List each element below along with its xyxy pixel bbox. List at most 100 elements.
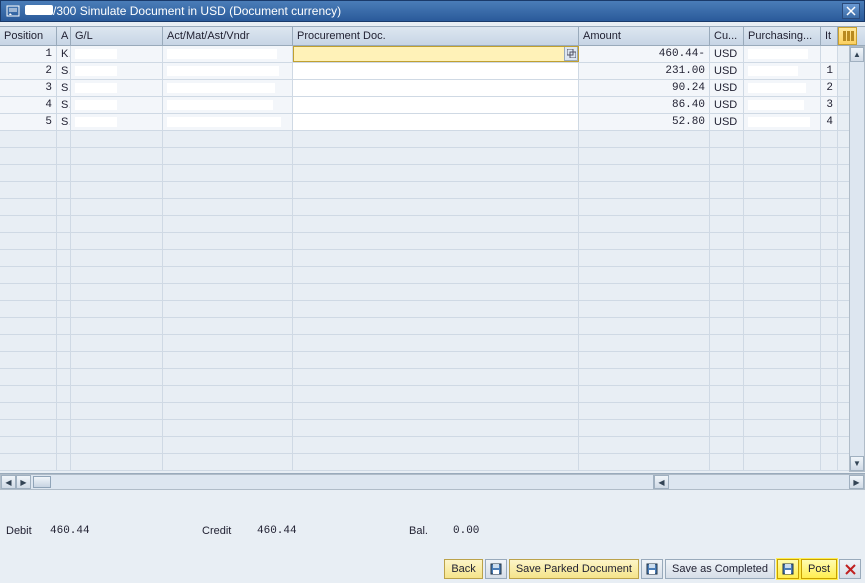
grid-header: Position A G/L Act/Mat/Ast/Vndr Procurem…: [0, 26, 865, 46]
col-proc[interactable]: Procurement Doc.: [293, 27, 579, 45]
proc-doc-input[interactable]: [293, 80, 579, 96]
table-row[interactable]: 4 S 86.40 USD 3: [0, 97, 865, 114]
table-row[interactable]: 3 S 90.24 USD 2: [0, 80, 865, 97]
cancel-button[interactable]: [839, 559, 861, 579]
post-button[interactable]: Post: [801, 559, 837, 579]
vertical-scrollbar[interactable]: ▲ ▼: [849, 46, 865, 472]
cell-position: 5: [0, 114, 57, 130]
scroll-right-icon[interactable]: ▶: [16, 475, 31, 489]
cell-act: [163, 46, 293, 62]
horizontal-scrollbar[interactable]: ◀ ▶ ◀ ▶: [0, 474, 865, 490]
cell-amount: 52.80: [579, 114, 710, 130]
cell-gl: [71, 114, 163, 130]
balance-label: Bal.: [409, 525, 453, 537]
table-row[interactable]: 2 S 231.00 USD 1: [0, 63, 865, 80]
table-row-empty: [0, 437, 865, 454]
debit-value: 460.44: [50, 525, 150, 537]
cell-amount: 90.24: [579, 80, 710, 96]
disk-icon: [489, 562, 503, 576]
table-row[interactable]: 5 S 52.80 USD 4: [0, 114, 865, 131]
cell-position: 4: [0, 97, 57, 113]
table-row-empty: [0, 352, 865, 369]
cell-position: 3: [0, 80, 57, 96]
cell-a: S: [57, 80, 71, 96]
cell-currency: USD: [710, 46, 744, 62]
close-icon: [843, 562, 857, 576]
table-row-empty: [0, 420, 865, 437]
credit-value: 460.44: [257, 525, 357, 537]
cell-position: 1: [0, 46, 57, 62]
table-row-empty: [0, 318, 865, 335]
cell-amount: 231.00: [579, 63, 710, 79]
cell-gl: [71, 46, 163, 62]
scroll-down-icon[interactable]: ▼: [850, 456, 864, 471]
table-settings-button[interactable]: [838, 27, 857, 45]
proc-doc-input[interactable]: [293, 46, 579, 62]
cell-gl: [71, 63, 163, 79]
cell-act: [163, 80, 293, 96]
proc-doc-input[interactable]: [293, 114, 579, 130]
proc-doc-input[interactable]: [293, 63, 579, 79]
cell-purch: [744, 114, 821, 130]
scroll-up-icon[interactable]: ▲: [850, 47, 864, 62]
cell-currency: USD: [710, 97, 744, 113]
cell-gl: [71, 80, 163, 96]
footer-toolbar: Back Save Parked Document Save as Comple…: [444, 558, 861, 580]
cell-it: 1: [821, 63, 838, 79]
table-row-empty: [0, 454, 865, 471]
table-row-empty: [0, 369, 865, 386]
table-row-empty: [0, 267, 865, 284]
value-help-icon[interactable]: [564, 46, 578, 61]
table-row-empty: [0, 386, 865, 403]
post-icon-button[interactable]: [777, 559, 799, 579]
cell-act: [163, 63, 293, 79]
col-purch[interactable]: Purchasing...: [744, 27, 821, 45]
cell-it: 2: [821, 80, 838, 96]
col-act[interactable]: Act/Mat/Ast/Vndr: [163, 27, 293, 45]
col-position[interactable]: Position: [0, 27, 57, 45]
balance-value: 0.00: [453, 525, 479, 537]
cell-amount: 460.44-: [579, 46, 710, 62]
save-completed-icon-button[interactable]: [641, 559, 663, 579]
cell-it: 4: [821, 114, 838, 130]
table-row-empty: [0, 199, 865, 216]
close-button[interactable]: [842, 3, 860, 19]
disk-icon: [645, 562, 659, 576]
save-parked-button[interactable]: Save Parked Document: [509, 559, 639, 579]
scroll-thumb[interactable]: [33, 476, 51, 488]
cell-a: K: [57, 46, 71, 62]
save-icon-button[interactable]: [485, 559, 507, 579]
col-it[interactable]: It: [821, 27, 838, 45]
col-a[interactable]: A: [57, 27, 71, 45]
table-row-empty: [0, 165, 865, 182]
table-row[interactable]: 1 K 460.44- USD: [0, 46, 865, 63]
window-title: /300 Simulate Document in USD (Document …: [25, 4, 842, 18]
totals-bar: Debit 460.44 Credit 460.44 Bal. 0.00: [0, 520, 865, 542]
cell-position: 2: [0, 63, 57, 79]
col-cu[interactable]: Cu...: [710, 27, 744, 45]
debit-label: Debit: [6, 525, 50, 537]
grid: Position A G/L Act/Mat/Ast/Vndr Procurem…: [0, 26, 865, 474]
table-row-empty: [0, 301, 865, 318]
cell-currency: USD: [710, 80, 744, 96]
disk-icon: [781, 562, 795, 576]
table-row-empty: [0, 335, 865, 352]
col-gl[interactable]: G/L: [71, 27, 163, 45]
cell-purch: [744, 46, 821, 62]
cell-purch: [744, 80, 821, 96]
scroll-left-icon[interactable]: ◀: [654, 475, 669, 489]
cell-a: S: [57, 114, 71, 130]
save-completed-button[interactable]: Save as Completed: [665, 559, 775, 579]
table-row-empty: [0, 131, 865, 148]
table-row-empty: [0, 403, 865, 420]
cell-a: S: [57, 63, 71, 79]
grid-body: 1 K 460.44- USD 2 S 231.00 USD 1: [0, 46, 865, 474]
scroll-right-icon[interactable]: ▶: [849, 475, 864, 489]
cell-act: [163, 97, 293, 113]
cell-it: 3: [821, 97, 838, 113]
back-button[interactable]: Back: [444, 559, 482, 579]
proc-doc-input[interactable]: [293, 97, 579, 113]
col-amount[interactable]: Amount: [579, 27, 710, 45]
window-icon: [5, 4, 21, 18]
scroll-left-icon[interactable]: ◀: [1, 475, 16, 489]
